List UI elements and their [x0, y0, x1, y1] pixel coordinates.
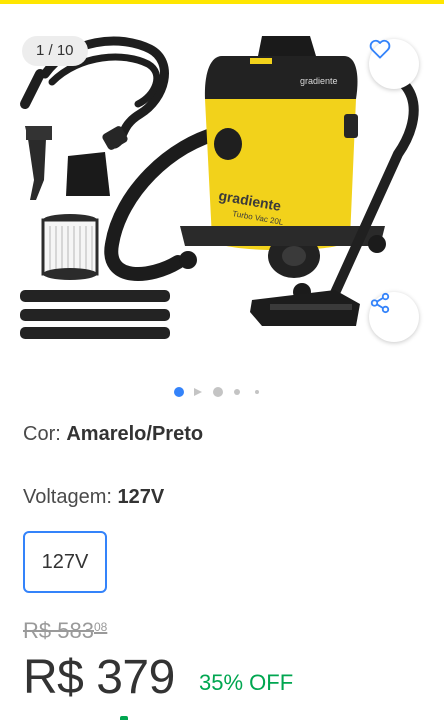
original-price: R$ 58308: [23, 618, 107, 644]
svg-text:gradiente: gradiente: [300, 76, 338, 86]
original-price-cents: 08: [93, 620, 108, 634]
color-variation: Cor: Amarelo/Preto: [23, 423, 203, 446]
pager-arrow-icon[interactable]: [194, 388, 202, 396]
color-label: Cor:: [23, 423, 61, 445]
voltage-value: 127V: [117, 486, 165, 508]
original-price-main: R$ 583: [23, 618, 94, 643]
product-image-gallery[interactable]: gradiente gradiente Turbo Vac 20L 1 / 10: [0, 4, 444, 376]
gallery-pagination: [0, 386, 444, 398]
pager-dot-active[interactable]: [174, 387, 184, 397]
share-icon: [370, 292, 390, 314]
voltage-label: Voltagem:: [23, 486, 112, 508]
share-button[interactable]: [369, 292, 419, 342]
image-counter: 1 / 10: [22, 36, 88, 66]
favorite-button[interactable]: [369, 39, 419, 89]
heart-outline-icon: [369, 39, 391, 59]
color-value: Amarelo/Preto: [66, 423, 204, 445]
pager-dot[interactable]: [213, 387, 223, 397]
cut-off-content-hint: [120, 716, 128, 720]
pager-dot[interactable]: [255, 390, 259, 394]
current-price: R$ 379: [23, 651, 175, 704]
voltage-option-127v[interactable]: 127V: [23, 531, 107, 593]
discount-badge: 35% OFF: [199, 670, 294, 695]
voltage-variation: Voltagem: 127V: [23, 486, 164, 509]
pager-dot[interactable]: [234, 389, 240, 395]
